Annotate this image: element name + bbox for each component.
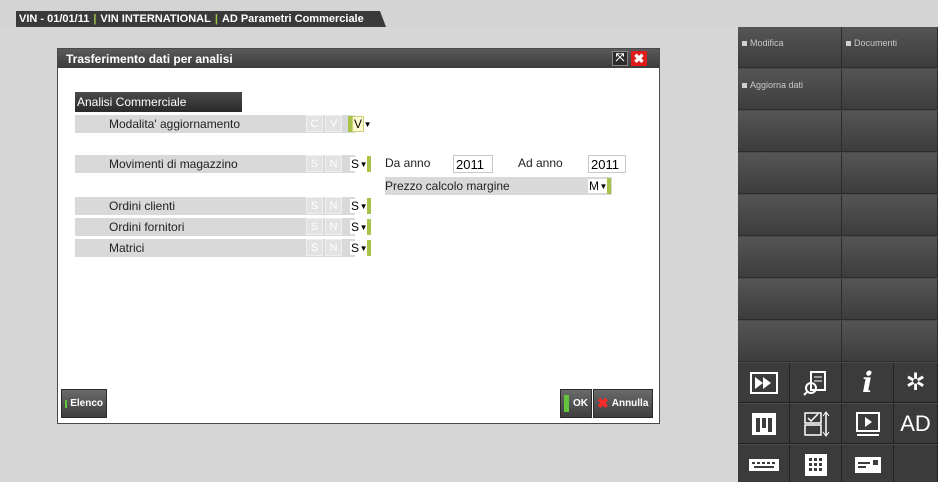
tab-separator: | xyxy=(214,13,218,25)
ad-label[interactable]: AD xyxy=(894,404,938,444)
chevron-down-icon[interactable]: ▼ xyxy=(360,241,367,255)
ordini-clienti-select[interactable]: S ▼ xyxy=(350,197,372,215)
tab-company-date[interactable]: VIN - 01/01/11 xyxy=(19,13,89,25)
empty-command-slot[interactable] xyxy=(738,111,842,152)
prezzo-select[interactable]: M ▼ xyxy=(588,177,611,195)
empty-icon-slot[interactable] xyxy=(894,445,938,482)
ordini-fornitori-select[interactable]: S ▼ xyxy=(350,218,372,236)
empty-command-slot[interactable] xyxy=(842,279,938,320)
select-value: V xyxy=(352,116,365,132)
chevron-down-icon[interactable]: ▼ xyxy=(360,157,367,171)
modifica-button[interactable]: Modifica xyxy=(738,27,842,68)
movimenti-select[interactable]: S ▼ xyxy=(350,155,372,173)
chevron-down-icon[interactable]: ▼ xyxy=(364,117,371,131)
modalita-select[interactable]: V ▼ xyxy=(348,115,371,133)
da-anno-label: Da anno xyxy=(385,156,431,170)
documenti-label: Documenti xyxy=(854,38,898,48)
empty-command-slot[interactable] xyxy=(738,279,842,320)
select-value: S xyxy=(350,241,361,255)
settings-snowflake-icon[interactable]: ✲ xyxy=(894,363,938,403)
green-bar-icon xyxy=(564,395,569,412)
transfer-dialog: Trasferimento dati per analisi ⤧ ✖ Anali… xyxy=(57,48,660,424)
chevron-down-icon[interactable]: ▼ xyxy=(360,220,367,234)
ok-button[interactable]: OK xyxy=(560,389,592,418)
annulla-label: Annulla xyxy=(611,398,649,409)
prezzo-label: Prezzo calcolo margine xyxy=(385,177,612,195)
elenco-button[interactable]: Elenco xyxy=(61,389,107,418)
option-s-button[interactable]: S xyxy=(306,239,323,256)
option-c-button[interactable]: C xyxy=(306,115,323,132)
da-anno-input[interactable]: 2011 xyxy=(453,155,493,173)
edit-indicator xyxy=(607,178,611,194)
edit-indicator xyxy=(367,198,372,214)
dialog-titlebar: Trasferimento dati per analisi ⤧ ✖ xyxy=(58,49,659,68)
message-card-icon[interactable] xyxy=(842,445,894,482)
document-search-icon[interactable] xyxy=(790,363,842,403)
maximize-icon[interactable]: ⤧ xyxy=(612,51,628,66)
section-title: Analisi Commerciale xyxy=(75,92,242,112)
aggiorna-dati-button[interactable]: Aggiorna dati xyxy=(738,69,842,110)
calendar-columns-icon[interactable] xyxy=(738,404,790,444)
grid-icon[interactable] xyxy=(790,445,842,482)
edit-indicator xyxy=(367,219,372,235)
close-icon: ✖ xyxy=(597,395,609,411)
right-command-panel: Modifica Documenti Aggiorna dati i ✲ AD xyxy=(738,27,938,482)
bullet-icon xyxy=(742,41,747,47)
empty-command-slot[interactable] xyxy=(842,195,938,236)
application-window: VIN - 01/01/11 | VIN INTERNATIONAL | AD … xyxy=(0,0,938,482)
ad-anno-label: Ad anno xyxy=(518,156,563,170)
bullet-icon xyxy=(742,83,747,89)
empty-command-slot[interactable] xyxy=(842,153,938,194)
select-value: S xyxy=(350,220,361,234)
option-n-button[interactable]: N xyxy=(325,155,342,172)
option-s-button[interactable]: S xyxy=(306,218,323,235)
select-value: M xyxy=(588,179,600,193)
tab-strip: VIN - 01/01/11 | VIN INTERNATIONAL | AD … xyxy=(0,0,938,27)
play-screen-icon[interactable] xyxy=(842,404,894,444)
matrici-select[interactable]: S ▼ xyxy=(350,239,372,257)
option-s-button[interactable]: S xyxy=(306,197,323,214)
empty-command-slot[interactable] xyxy=(738,321,842,362)
chevron-down-icon[interactable]: ▼ xyxy=(360,199,367,213)
ad-anno-input[interactable]: 2011 xyxy=(588,155,626,173)
modifica-label: Modifica xyxy=(750,38,784,48)
edit-indicator xyxy=(367,156,372,172)
ok-label: OK xyxy=(573,398,588,409)
fast-forward-icon[interactable] xyxy=(738,363,790,403)
keyboard-icon[interactable] xyxy=(738,445,790,482)
tab-current-module[interactable]: AD Parametri Commerciale xyxy=(222,13,364,25)
select-value: S xyxy=(350,199,361,213)
option-s-button[interactable]: S xyxy=(306,155,323,172)
elenco-label: Elenco xyxy=(70,398,103,409)
select-value: S xyxy=(350,157,361,171)
chevron-down-icon[interactable]: ▼ xyxy=(600,179,607,193)
empty-command-slot[interactable] xyxy=(842,111,938,152)
option-v-button[interactable]: V xyxy=(325,115,342,132)
empty-command-slot[interactable] xyxy=(842,237,938,278)
tab-company-name[interactable]: VIN INTERNATIONAL xyxy=(100,13,210,25)
edit-indicator xyxy=(367,240,372,256)
tab-separator: | xyxy=(93,13,97,25)
empty-command-slot[interactable] xyxy=(842,69,938,110)
empty-command-slot[interactable] xyxy=(842,321,938,362)
dialog-title: Trasferimento dati per analisi xyxy=(66,52,233,66)
breadcrumb-tabs: VIN - 01/01/11 | VIN INTERNATIONAL | AD … xyxy=(16,11,386,27)
green-square-icon xyxy=(65,399,68,408)
empty-command-slot[interactable] xyxy=(738,195,842,236)
annulla-button[interactable]: ✖ Annulla xyxy=(593,389,653,418)
option-n-button[interactable]: N xyxy=(325,218,342,235)
option-n-button[interactable]: N xyxy=(325,239,342,256)
info-icon[interactable]: i xyxy=(842,363,894,403)
bullet-icon xyxy=(846,41,851,47)
close-icon[interactable]: ✖ xyxy=(631,51,647,66)
aggiorna-dati-label: Aggiorna dati xyxy=(750,80,804,90)
empty-command-slot[interactable] xyxy=(738,153,842,194)
documenti-button[interactable]: Documenti xyxy=(842,27,938,68)
empty-command-slot[interactable] xyxy=(738,237,842,278)
sort-checklist-icon[interactable] xyxy=(790,404,842,444)
option-n-button[interactable]: N xyxy=(325,197,342,214)
